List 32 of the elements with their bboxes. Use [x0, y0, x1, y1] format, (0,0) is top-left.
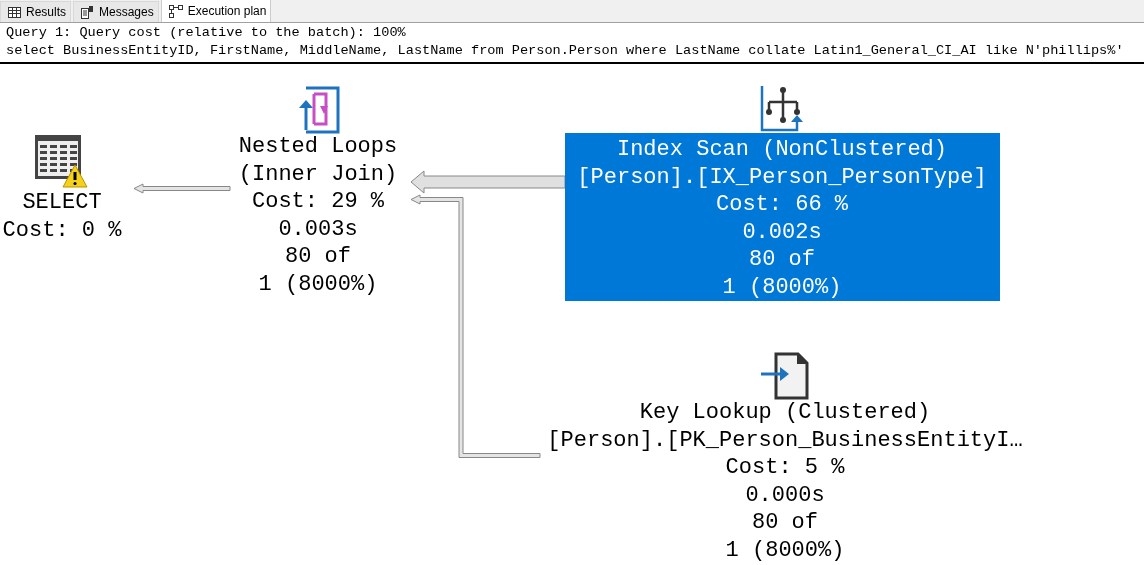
estimated-rows: 1 (8000%) [722, 273, 842, 301]
query-cost-text: Query 1: Query cost (relative to the batch): 100% [6, 24, 406, 42]
document-arrow-icon [760, 352, 810, 400]
plan-icon [168, 4, 183, 18]
object-name: [Person].[IX_Person_PersonType] [577, 163, 987, 191]
actual-rows: 80 of [752, 509, 818, 537]
selected-node-highlight[interactable]: Index Scan (NonClustered) [Person].[IX_Person_PersonType] Cost: 66 % 0.002s 80 of 1 (8000%) [564, 133, 1000, 301]
join-type: (Inner Join) [238, 160, 398, 188]
elapsed-time: 0.000s [745, 481, 825, 509]
operator-name: Key Lookup (Clustered) [639, 399, 931, 427]
estimated-rows: 1 (8000%) [725, 536, 845, 564]
estimated-rows: 1 (8000%) [258, 270, 378, 298]
tree-icon [759, 84, 805, 134]
loop-icon [296, 86, 340, 134]
elapsed-time: 0.002s [742, 218, 822, 246]
tab[interactable]: Messages [73, 1, 159, 22]
actual-rows: 80 of [749, 246, 815, 274]
grid-icon [8, 6, 21, 18]
elapsed-time: 0.003s [278, 215, 358, 243]
query-statement: select BusinessEntityID, FirstName, MiddleName, LastName from Person.Person where LastName collate Latin1_General_CI_AI like N'phillips%' [6, 42, 1124, 60]
cost-label: Cost: 0 % [2, 216, 122, 244]
object-name: [Person].[PK_Person_BusinessEntityI… [547, 426, 1023, 454]
cost-label: Cost: 66 % [716, 191, 848, 219]
tab[interactable]: Results [0, 1, 71, 22]
document-icon [81, 5, 94, 19]
cost-label: Cost: 29 % [252, 188, 384, 216]
operator-name: SELECT [22, 189, 102, 217]
tab[interactable]: Execution plan [160, 0, 272, 22]
operator-name: Index Scan (NonClustered) [616, 136, 948, 164]
cost-label: Cost: 5 % [725, 454, 845, 482]
actual-rows: 80 of [285, 243, 351, 271]
operator-name: Nested Loops [238, 133, 398, 161]
